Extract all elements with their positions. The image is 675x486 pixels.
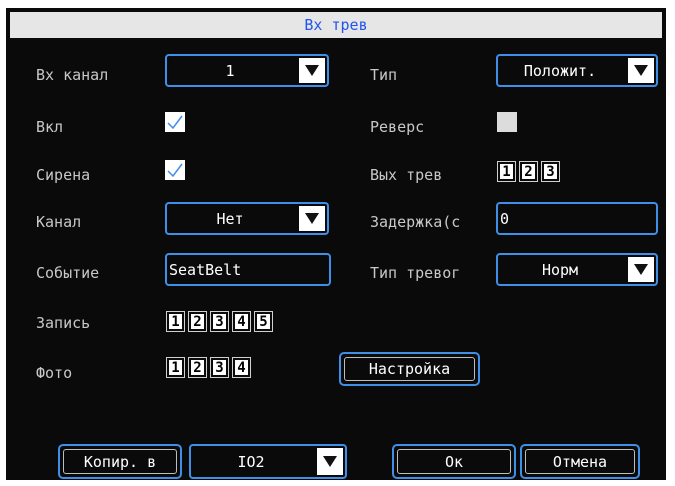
photo-label: Фото: [36, 364, 73, 382]
siren-label: Сирена: [36, 166, 91, 184]
record-channel-4-toggle[interactable]: 4: [232, 311, 251, 332]
chevron-down-icon[interactable]: [628, 58, 654, 83]
alarm-type-dropdown[interactable]: Норм: [496, 253, 658, 286]
alarm-type-value: Норм: [541, 260, 579, 279]
ok-button[interactable]: Ок: [392, 444, 516, 479]
checkmark-icon: [167, 163, 183, 178]
cancel-button[interactable]: Отмена: [520, 444, 640, 479]
alarm-out-2-toggle[interactable]: 2: [519, 161, 538, 182]
chevron-down-icon[interactable]: [317, 448, 343, 475]
type-value: Положит.: [523, 61, 597, 80]
enable-label: Вкл: [36, 118, 64, 136]
photo-channel-1-toggle[interactable]: 1: [166, 357, 185, 378]
record-channel-1-toggle[interactable]: 1: [166, 311, 185, 332]
record-label: Запись: [36, 314, 91, 332]
siren-checkbox[interactable]: [165, 160, 185, 180]
photo-channel-selector: 1 2 3 4: [166, 357, 251, 378]
delay-label: Задержка(с: [370, 213, 461, 231]
alarm-input-dialog: Вх трев Вх канал 1 Тип Положит. Вкл Реве…: [6, 8, 666, 480]
delay-value: 0: [500, 209, 510, 228]
ok-button-label: Ок: [397, 449, 511, 474]
photo-channel-3-toggle[interactable]: 3: [210, 357, 229, 378]
input-channel-label: Вх канал: [36, 66, 109, 84]
photo-channel-4-toggle[interactable]: 4: [232, 357, 251, 378]
alarm-out-1-toggle[interactable]: 1: [497, 161, 516, 182]
alarm-out-selector: 1 2 3: [497, 161, 560, 182]
record-channel-5-toggle[interactable]: 5: [254, 311, 273, 332]
channel-value: Нет: [216, 209, 244, 228]
photo-channel-2-toggle[interactable]: 2: [188, 357, 207, 378]
type-label: Тип: [370, 66, 398, 84]
input-channel-dropdown[interactable]: 1: [165, 54, 329, 87]
chevron-down-icon[interactable]: [299, 58, 325, 83]
cancel-button-label: Отмена: [525, 449, 635, 474]
delay-input[interactable]: 0: [496, 202, 658, 235]
checkmark-icon: [167, 115, 183, 130]
copy-target-value: IO2: [237, 452, 265, 471]
copy-to-button[interactable]: Копир. в: [58, 444, 182, 479]
reverse-checkbox[interactable]: [497, 112, 517, 132]
event-input[interactable]: SeatBelt: [165, 253, 331, 286]
enable-checkbox[interactable]: [165, 112, 185, 132]
reverse-label: Реверс: [370, 118, 425, 136]
record-channel-3-toggle[interactable]: 3: [210, 311, 229, 332]
channel-dropdown[interactable]: Нет: [165, 202, 329, 235]
chevron-down-icon[interactable]: [628, 257, 654, 282]
alarm-type-label: Тип тревог: [370, 264, 461, 282]
record-channel-selector: 1 2 3 4 5: [166, 311, 273, 332]
event-value: SeatBelt: [169, 260, 242, 279]
setup-button[interactable]: Настройка: [339, 352, 480, 386]
alarm-out-3-toggle[interactable]: 3: [541, 161, 560, 182]
copy-to-button-label: Копир. в: [63, 449, 177, 474]
chevron-down-icon[interactable]: [299, 206, 325, 231]
type-dropdown[interactable]: Положит.: [496, 54, 658, 87]
copy-target-dropdown[interactable]: IO2: [189, 444, 347, 479]
dialog-title: Вх трев: [10, 12, 662, 38]
channel-label: Канал: [36, 213, 82, 231]
input-channel-value: 1: [225, 61, 235, 80]
alarm-out-label: Вых трев: [370, 166, 443, 184]
record-channel-2-toggle[interactable]: 2: [188, 311, 207, 332]
event-label: Событие: [36, 264, 100, 282]
setup-button-label: Настройка: [344, 357, 475, 381]
